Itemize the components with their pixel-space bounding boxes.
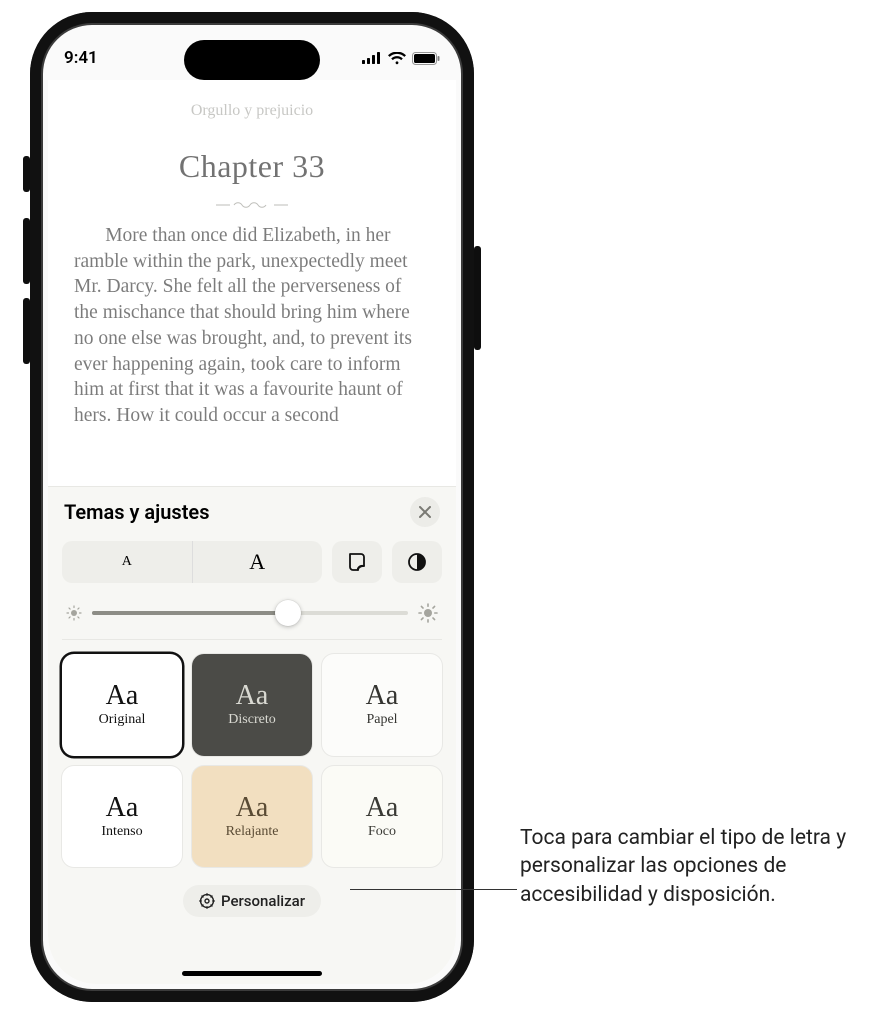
- callout-text: Toca para cambiar el tipo de letra y per…: [520, 824, 860, 909]
- theme-label: Original: [99, 712, 146, 728]
- theme-label: Papel: [366, 712, 397, 728]
- theme-relajante[interactable]: Aa Relajante: [192, 766, 312, 868]
- theme-label: Discreto: [228, 712, 275, 728]
- theme-papel[interactable]: Aa Papel: [322, 654, 442, 756]
- home-indicator[interactable]: [182, 971, 322, 976]
- brightness-slider[interactable]: [92, 611, 408, 615]
- font-size-increase-button[interactable]: A: [193, 541, 323, 583]
- theme-label: Relajante: [226, 824, 279, 840]
- brightness-low-icon: [66, 605, 82, 621]
- theme-foco[interactable]: Aa Foco: [322, 766, 442, 868]
- paragraph-text: More than once did Elizabeth, in her ram…: [74, 225, 412, 426]
- gear-badge-icon: [199, 893, 215, 909]
- glyph-a-small: A: [122, 554, 132, 570]
- theme-sample: Aa: [366, 682, 399, 710]
- slider-fill: [92, 611, 288, 615]
- close-button[interactable]: [410, 497, 440, 527]
- volume-up-button: [23, 218, 30, 284]
- font-size-decrease-button[interactable]: A: [62, 541, 192, 583]
- cellular-icon: [362, 52, 382, 64]
- status-time: 9:41: [64, 48, 98, 68]
- font-size-segment: A A: [62, 541, 322, 583]
- theme-sample: Aa: [106, 682, 139, 710]
- dynamic-island: [184, 40, 320, 80]
- page-curl-button[interactable]: [332, 541, 382, 583]
- themes-settings-panel: Temas y ajustes A A: [48, 486, 456, 984]
- silence-switch: [23, 156, 30, 192]
- themes-grid: Aa Original Aa Discreto Aa Papel Aa Inte…: [62, 654, 442, 867]
- screen: Orgullo y prejuicio Chapter 33 More than…: [48, 80, 456, 984]
- side-button: [474, 246, 481, 350]
- glyph-a-big: A: [249, 549, 265, 575]
- theme-original[interactable]: Aa Original: [62, 654, 182, 756]
- ornament-divider: [48, 199, 456, 211]
- theme-label: Intenso: [101, 824, 142, 840]
- chapter-heading: Chapter 33: [48, 148, 456, 185]
- personalize-label: Personalizar: [221, 892, 305, 910]
- body-text: More than once did Elizabeth, in her ram…: [48, 223, 456, 429]
- callout-line: [350, 889, 517, 890]
- theme-intenso[interactable]: Aa Intenso: [62, 766, 182, 868]
- theme-sample: Aa: [236, 794, 269, 822]
- wifi-icon: [388, 52, 406, 65]
- book-title: Orgullo y prejuicio: [48, 102, 456, 120]
- battery-icon: [412, 52, 440, 65]
- theme-label: Foco: [368, 824, 396, 840]
- volume-down-button: [23, 298, 30, 364]
- iphone-frame: 9:41 Orgullo y prejuicio Chapter 33 More…: [30, 12, 474, 1002]
- contrast-icon: [406, 551, 428, 573]
- page-curl-icon: [346, 551, 368, 573]
- panel-title: Temas y ajustes: [64, 500, 209, 524]
- personalize-button[interactable]: Personalizar: [183, 885, 321, 917]
- brightness-row: [62, 595, 442, 640]
- theme-sample: Aa: [236, 682, 269, 710]
- theme-discreto[interactable]: Aa Discreto: [192, 654, 312, 756]
- appearance-button[interactable]: [392, 541, 442, 583]
- theme-sample: Aa: [366, 794, 399, 822]
- brightness-high-icon: [418, 603, 438, 623]
- slider-thumb[interactable]: [275, 600, 301, 626]
- close-icon: [419, 506, 431, 518]
- theme-sample: Aa: [106, 794, 139, 822]
